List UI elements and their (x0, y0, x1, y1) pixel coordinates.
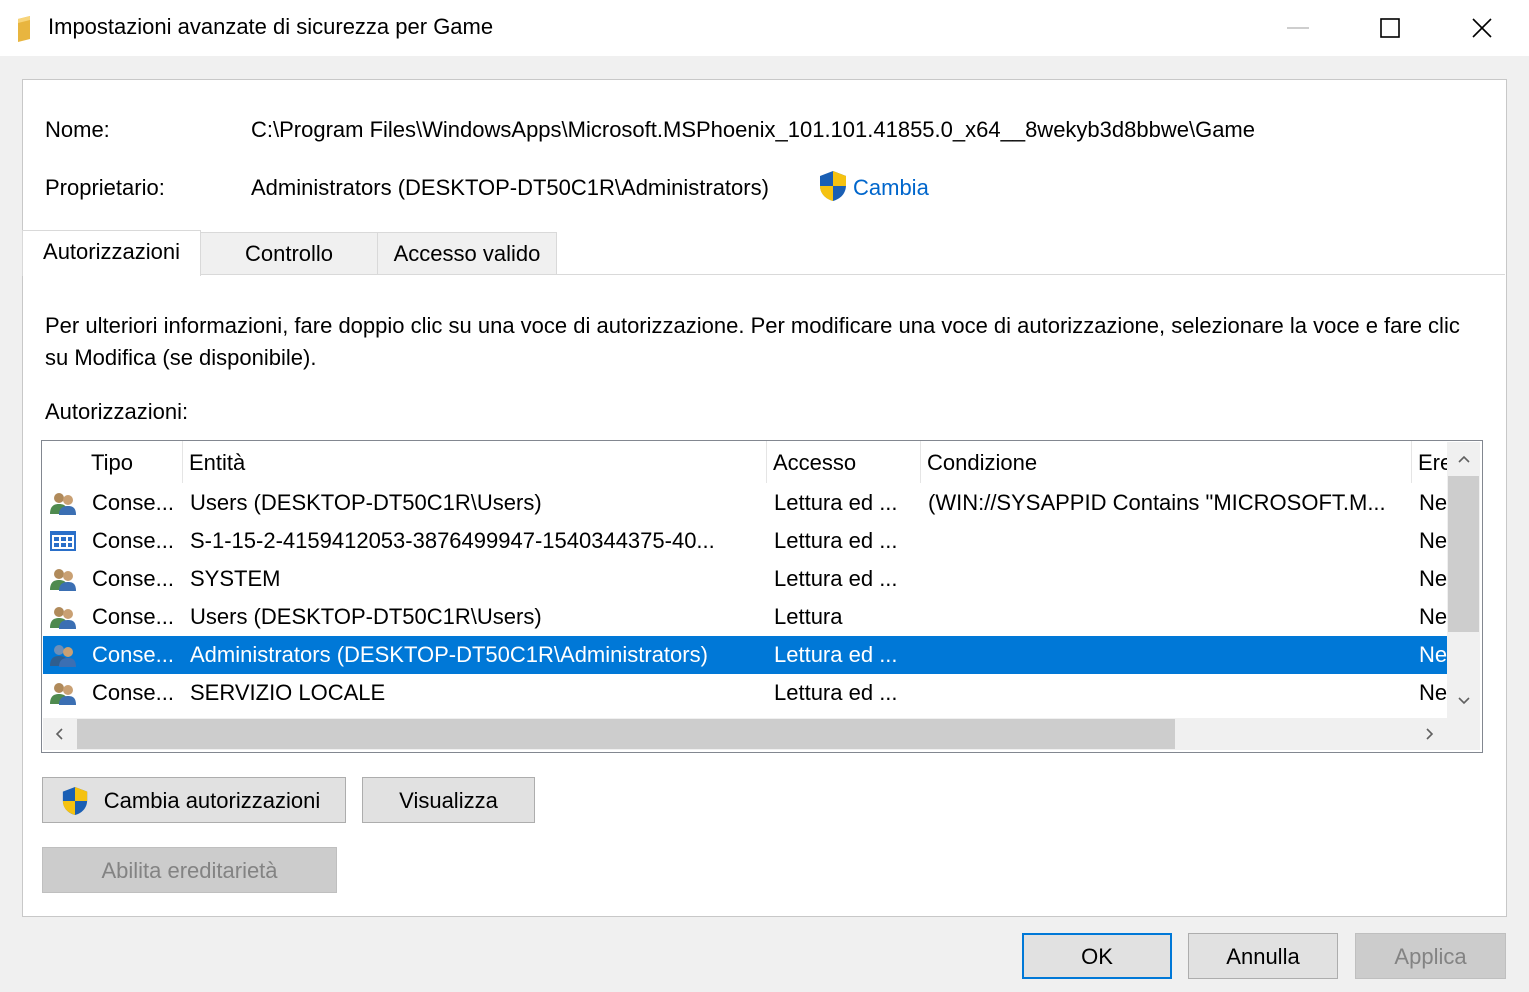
ok-button[interactable]: OK (1022, 933, 1172, 979)
owner-label: Proprietario: (45, 175, 165, 200)
owner-value: Administrators (DESKTOP-DT50C1R\Administ… (251, 175, 769, 200)
horizontal-scroll-thumb[interactable] (77, 719, 1175, 749)
window-title: Impostazioni avanzate di sicurezza per G… (48, 14, 494, 39)
name-label: Nome: (45, 117, 110, 142)
permissions-label: Autorizzazioni: (45, 399, 189, 424)
column-header-inherited[interactable]: Ere (1411, 441, 1447, 483)
cell-type: Conse... (92, 490, 174, 515)
table-row[interactable]: Conse... Users (DESKTOP-DT50C1R\Users) Let… (43, 598, 1447, 636)
table-row[interactable]: Conse... Administrators (DESKTOP-DT50C1R\… (43, 636, 1447, 674)
cell-inherited: Ne (1419, 528, 1447, 553)
cell-inherited: Ne (1419, 490, 1447, 515)
table-row[interactable]: Conse... S-1-15-2-4159412053-3876499947-1… (43, 522, 1447, 560)
cell-condition (928, 636, 1406, 674)
users-group-icon (50, 645, 76, 667)
change-permissions-label: Cambia autorizzazioni (103, 788, 321, 813)
permission-entries-list[interactable]: Tipo Entità Accesso Condizione Ere Conse… (41, 440, 1483, 753)
tab-permissions[interactable]: Autorizzazioni (22, 230, 201, 276)
cell-type: Conse... (92, 680, 174, 705)
cell-entity: SYSTEM (190, 566, 281, 591)
uac-shield-icon (62, 787, 88, 815)
name-value: C:\Program Files\WindowsApps\Microsoft.M… (251, 117, 1255, 142)
view-button[interactable]: Visualizza (362, 777, 535, 823)
column-header-entity[interactable]: Entità (182, 441, 766, 483)
cell-inherited: Ne (1419, 604, 1447, 629)
apply-button[interactable]: Applica (1355, 933, 1506, 979)
cell-inherited: Ne (1419, 642, 1447, 667)
cell-type: Conse... (92, 566, 174, 591)
users-group-icon (50, 607, 76, 629)
close-button[interactable] (1436, 0, 1528, 56)
cell-access: Lettura (774, 604, 843, 629)
cell-entity: Administrators (DESKTOP-DT50C1R\Administ… (190, 642, 708, 667)
cell-entity: Users (DESKTOP-DT50C1R\Users) (190, 490, 542, 515)
scroll-right-icon[interactable] (1425, 727, 1435, 741)
scroll-down-icon[interactable] (1457, 696, 1471, 706)
users-group-icon (50, 493, 76, 515)
cell-access: Lettura ed ... (774, 566, 898, 591)
enable-inheritance-button[interactable]: Abilita ereditarietà (42, 847, 337, 893)
column-header-access[interactable]: Accesso (766, 441, 920, 483)
cell-condition: (WIN://SYSAPPID Contains "MICROSOFT.M... (928, 490, 1386, 515)
cell-access: Lettura ed ... (774, 528, 898, 553)
users-group-icon (50, 569, 76, 591)
horizontal-scrollbar[interactable] (43, 718, 1480, 750)
cell-condition (928, 560, 1406, 598)
cell-entity: S-1-15-2-4159412053-3876499947-154034437… (190, 528, 715, 553)
cell-condition (928, 674, 1406, 712)
close-icon (1472, 18, 1492, 38)
cell-access: Lettura ed ... (774, 490, 898, 515)
cell-condition (928, 598, 1406, 636)
cell-type: Conse... (92, 528, 174, 553)
cell-entity: Users (DESKTOP-DT50C1R\Users) (190, 604, 542, 629)
maximize-icon (1380, 18, 1400, 38)
cell-entity: SERVIZIO LOCALE (190, 680, 386, 705)
cancel-button[interactable]: Annulla (1188, 933, 1338, 979)
folder-icon (18, 16, 30, 42)
vertical-scroll-thumb[interactable] (1448, 476, 1479, 632)
tab-effective-access[interactable]: Accesso valido (377, 232, 557, 274)
tab-auditing[interactable]: Controllo (200, 232, 378, 274)
minimize-icon (1287, 27, 1309, 29)
uac-shield-icon (820, 171, 846, 201)
cell-condition (928, 522, 1406, 560)
change-permissions-button[interactable]: Cambia autorizzazioni (42, 777, 346, 823)
cell-inherited: Ne (1419, 680, 1447, 705)
cell-type: Conse... (92, 642, 174, 667)
title-bar: Impostazioni avanzate di sicurezza per G… (0, 0, 1529, 56)
column-header-condition[interactable]: Condizione (920, 441, 1411, 483)
cell-inherited: Ne (1419, 566, 1447, 591)
app-package-icon (50, 531, 76, 551)
info-text: Per ulteriori informazioni, fare doppio … (45, 313, 1460, 370)
minimize-button[interactable] (1252, 0, 1344, 56)
change-owner-link[interactable]: Cambia (853, 175, 929, 201)
cell-access: Lettura ed ... (774, 642, 898, 667)
scroll-left-icon[interactable] (54, 727, 64, 741)
users-group-icon (50, 683, 76, 705)
table-row[interactable]: Conse... Users (DESKTOP-DT50C1R\Users) Let… (43, 484, 1447, 522)
table-row[interactable]: Conse... SYSTEM Lettura ed ... Ne (43, 560, 1447, 598)
maximize-button[interactable] (1344, 0, 1436, 56)
vertical-scrollbar[interactable] (1447, 442, 1480, 718)
scroll-up-icon[interactable] (1457, 454, 1471, 464)
cell-type: Conse... (92, 604, 174, 629)
table-row[interactable]: Conse... SERVIZIO LOCALE Lettura ed ... Ne (43, 674, 1447, 712)
column-header-type[interactable]: Tipo (84, 441, 182, 483)
cell-access: Lettura ed ... (774, 680, 898, 705)
